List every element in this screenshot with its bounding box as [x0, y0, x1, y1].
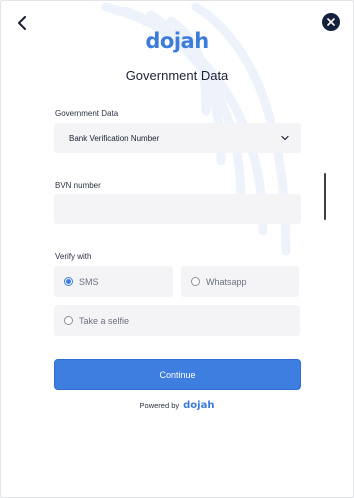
close-icon [327, 18, 335, 26]
verify-option-selfie[interactable]: Take a selfie [54, 305, 300, 336]
footer-brand-logo[interactable]: dojah [183, 400, 214, 411]
government-data-selected-value: Bank Verification Number [69, 133, 160, 143]
government-data-select[interactable]: Bank Verification Number [54, 123, 301, 153]
chevron-left-icon [18, 16, 26, 30]
continue-button[interactable]: Continue [54, 359, 301, 390]
verify-option-label: Whatsapp [206, 276, 247, 287]
radio-unchecked-icon [191, 277, 200, 286]
bvn-number-label: BVN number [55, 181, 101, 190]
chevron-down-icon [281, 134, 289, 142]
government-data-label: Government Data [55, 109, 119, 118]
bvn-number-input[interactable] [54, 194, 301, 224]
page-title: Government Data [125, 68, 229, 83]
verify-option-sms[interactable]: SMS [54, 266, 173, 297]
powered-by-footer: Powered by dojah [1, 400, 353, 411]
verify-with-label: Verify with [55, 252, 92, 261]
powered-by-text: Powered by [139, 401, 180, 410]
brand-logo: dojah [145, 29, 209, 53]
radio-checked-icon [64, 277, 73, 286]
verification-widget: dojah Government Data Government Data Ba… [0, 0, 354, 498]
scrollbar-thumb[interactable] [324, 173, 326, 220]
verify-option-label: Take a selfie [79, 315, 130, 326]
verify-option-whatsapp[interactable]: Whatsapp [181, 266, 299, 297]
verify-option-label: SMS [79, 276, 99, 287]
radio-unchecked-icon [64, 316, 73, 325]
